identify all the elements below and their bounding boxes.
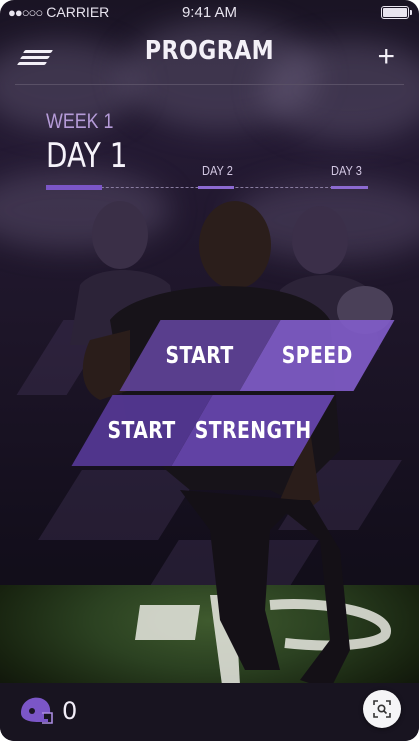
tile-label: SPEED: [281, 342, 353, 369]
tile-label: STRENGTH: [194, 417, 312, 444]
day-1-marker: [46, 185, 102, 190]
day-2-marker: [198, 186, 234, 189]
page-title: PROGRAM: [144, 36, 275, 66]
lens-icon[interactable]: [363, 690, 401, 728]
tile-label: START: [107, 417, 177, 444]
tile-label: START: [165, 342, 235, 369]
current-day-label[interactable]: DAY 1: [46, 136, 128, 176]
battery-icon: [381, 6, 412, 19]
app-screen: ●●○○○ CARRIER 9:41 AM PROGRAM + WEEK 1 D…: [0, 0, 419, 741]
nav-divider: [15, 84, 404, 85]
plus-icon[interactable]: +: [377, 42, 395, 72]
day-3-tab[interactable]: DAY 3: [331, 163, 362, 178]
start-speed-tile-speed[interactable]: SPEED: [239, 320, 395, 391]
helmet-icon[interactable]: [18, 695, 54, 725]
bottom-bar: 0: [0, 683, 419, 741]
start-strength-tile-strength[interactable]: STRENGTH: [171, 395, 335, 466]
status-time: 9:41 AM: [181, 4, 238, 21]
week-label: WEEK 1: [46, 110, 114, 133]
helmet-count: 0: [62, 697, 78, 725]
status-bar: ●●○○○ CARRIER 9:41 AM: [0, 0, 419, 26]
day-3-marker: [331, 186, 368, 189]
lens-glyph: [373, 700, 391, 718]
nav-bar: PROGRAM +: [0, 28, 419, 84]
day-2-tab[interactable]: DAY 2: [202, 163, 233, 178]
